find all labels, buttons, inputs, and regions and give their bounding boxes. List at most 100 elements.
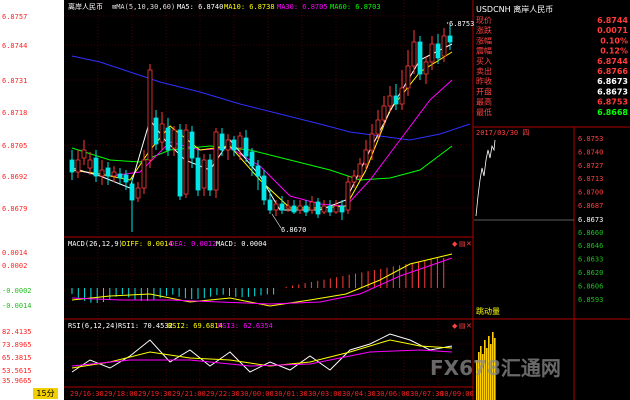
quote-label: 震幅 (476, 46, 492, 56)
rsi-axis-label: 65.3815 (2, 354, 32, 362)
candle-body (417, 41, 423, 75)
volume-label: 跳动量 (476, 306, 500, 316)
candle-body (147, 69, 153, 161)
quote-value: 0.10% (600, 36, 628, 45)
candle-body (219, 133, 225, 151)
candle-body (291, 205, 297, 213)
time-axis-label: 29/19:30 (138, 390, 172, 398)
ma30-value: MA30: 6.8705 (277, 3, 328, 11)
quote-value: 6.8668 (597, 108, 628, 117)
candle-body (267, 199, 273, 211)
candle-body (405, 65, 411, 89)
candle-body (159, 123, 165, 143)
candle-body (231, 139, 237, 151)
quote-label: 现价 (476, 16, 492, 25)
mini-chart-date: 2017/03/30 四 (476, 129, 529, 137)
candle-body (225, 139, 231, 151)
price-axis-label: 6.8744 (2, 42, 27, 50)
period-selector[interactable]: 15分 (33, 388, 58, 399)
candle-body (171, 129, 177, 149)
candle-body (333, 205, 339, 213)
price-axis-label: 6.8757 (2, 13, 27, 21)
quote-label: 昨收 (476, 76, 492, 86)
candle-body (201, 159, 207, 189)
candle-body (243, 137, 249, 157)
candle-body (69, 159, 75, 173)
time-axis-label: 30/09:00 (440, 390, 474, 398)
candle-body (165, 127, 171, 151)
quote-label: 最低 (476, 107, 492, 117)
mini-chart-ref: 6.8673 (578, 216, 603, 224)
candle-body (303, 205, 309, 213)
time-axis-label: 30/04:30 (342, 390, 376, 398)
price-axis-label: 6.8705 (2, 142, 27, 150)
candle-body (141, 159, 147, 189)
time-axis-label: 30/07:30 (410, 390, 444, 398)
time-axis-label: 29/22:30 (206, 390, 240, 398)
candle-body (99, 169, 105, 177)
candle-body (351, 175, 357, 183)
candle-body (255, 165, 261, 177)
time-axis-label: 30/03:00 (308, 390, 342, 398)
mini-axis-label: 6.8727 (578, 162, 603, 170)
rsi3-value: RSI3: 62.6354 (218, 322, 273, 330)
candle-body (441, 35, 447, 57)
price-axis-label: 6.8731 (2, 77, 27, 85)
quote-label: 卖出 (476, 66, 492, 76)
rsi-axis-label: 35.9665 (2, 377, 32, 385)
mini-axis-label: 6.8753 (578, 135, 603, 143)
candle-body (273, 203, 279, 211)
mini-axis-label: 6.8646 (578, 242, 603, 250)
ma60-value: MA60: 6.8703 (330, 3, 381, 11)
quote-value: 0.12% (600, 47, 628, 56)
quote-title: USDCNH 离岸人民币 (476, 4, 553, 14)
macd-axis-label: 0.0014 (2, 249, 27, 257)
candle-body (285, 205, 291, 209)
ma5-value: MA5: 6.8740 (177, 3, 223, 11)
mini-axis-label: 6.8620 (578, 269, 603, 277)
rsi-close-icon[interactable]: ✕ (466, 322, 472, 330)
chart-canvas: 离岸人民币 ⊠MA(5,10,30,60) MA5: 6.8740 MA10: … (0, 0, 630, 400)
time-axis-label: 29/21:00 (172, 390, 206, 398)
rsi-maximize-icon[interactable]: ◆ (452, 322, 458, 330)
quote-label: 最高 (476, 97, 492, 107)
candle-body (183, 129, 189, 195)
candle-body (75, 159, 81, 173)
candle-body (261, 175, 267, 201)
candle-body (297, 205, 303, 211)
candle-body (195, 157, 201, 191)
candle-body (321, 205, 327, 213)
mini-axis-label: 6.8687 (578, 202, 603, 210)
candle-body (375, 119, 381, 135)
candle-body (363, 149, 369, 165)
rsi-axis-label: 53.5615 (2, 367, 32, 375)
quote-value: 6.8673 (597, 87, 628, 96)
panel-maximize-icon[interactable]: ◆ (452, 240, 458, 248)
rsi-axis-label: 73.8965 (2, 341, 32, 349)
price-axis-label: 6.8679 (2, 205, 27, 213)
quote-value: 6.8744 (597, 16, 628, 25)
rsi-title: RSI(6,12,24) (68, 322, 119, 330)
macd-axis-label: -0.0002 (2, 287, 32, 295)
candle-body (135, 187, 141, 199)
panel-close-icon[interactable]: ✕ (466, 240, 472, 248)
time-axis-label: 30/00:00 (240, 390, 274, 398)
candle-body (123, 174, 129, 183)
candle-body (309, 201, 315, 211)
rsi1-value: RSI1: 70.4532 (118, 322, 173, 330)
candle-body (381, 105, 387, 121)
candle-body (327, 205, 333, 213)
candle-body (447, 35, 453, 43)
candle-body (93, 157, 99, 177)
watermark: FX678汇通网 (430, 356, 561, 380)
rsi-menu-icon[interactable]: ▤ (459, 322, 466, 330)
macd-axis-label: 0.0002 (2, 262, 27, 270)
low-annotation: 6.8670 (281, 226, 306, 234)
panel-menu-icon[interactable]: ▤ (459, 240, 466, 248)
mini-axis-label: 6.8593 (578, 296, 603, 304)
ma10-value: MA10: 6.8738 (224, 3, 275, 11)
mini-axis-label: 6.8660 (578, 229, 603, 237)
ma-settings[interactable]: ⊠MA(5,10,30,60) (112, 3, 175, 11)
candle-body (423, 61, 429, 75)
candle-body (81, 149, 87, 159)
